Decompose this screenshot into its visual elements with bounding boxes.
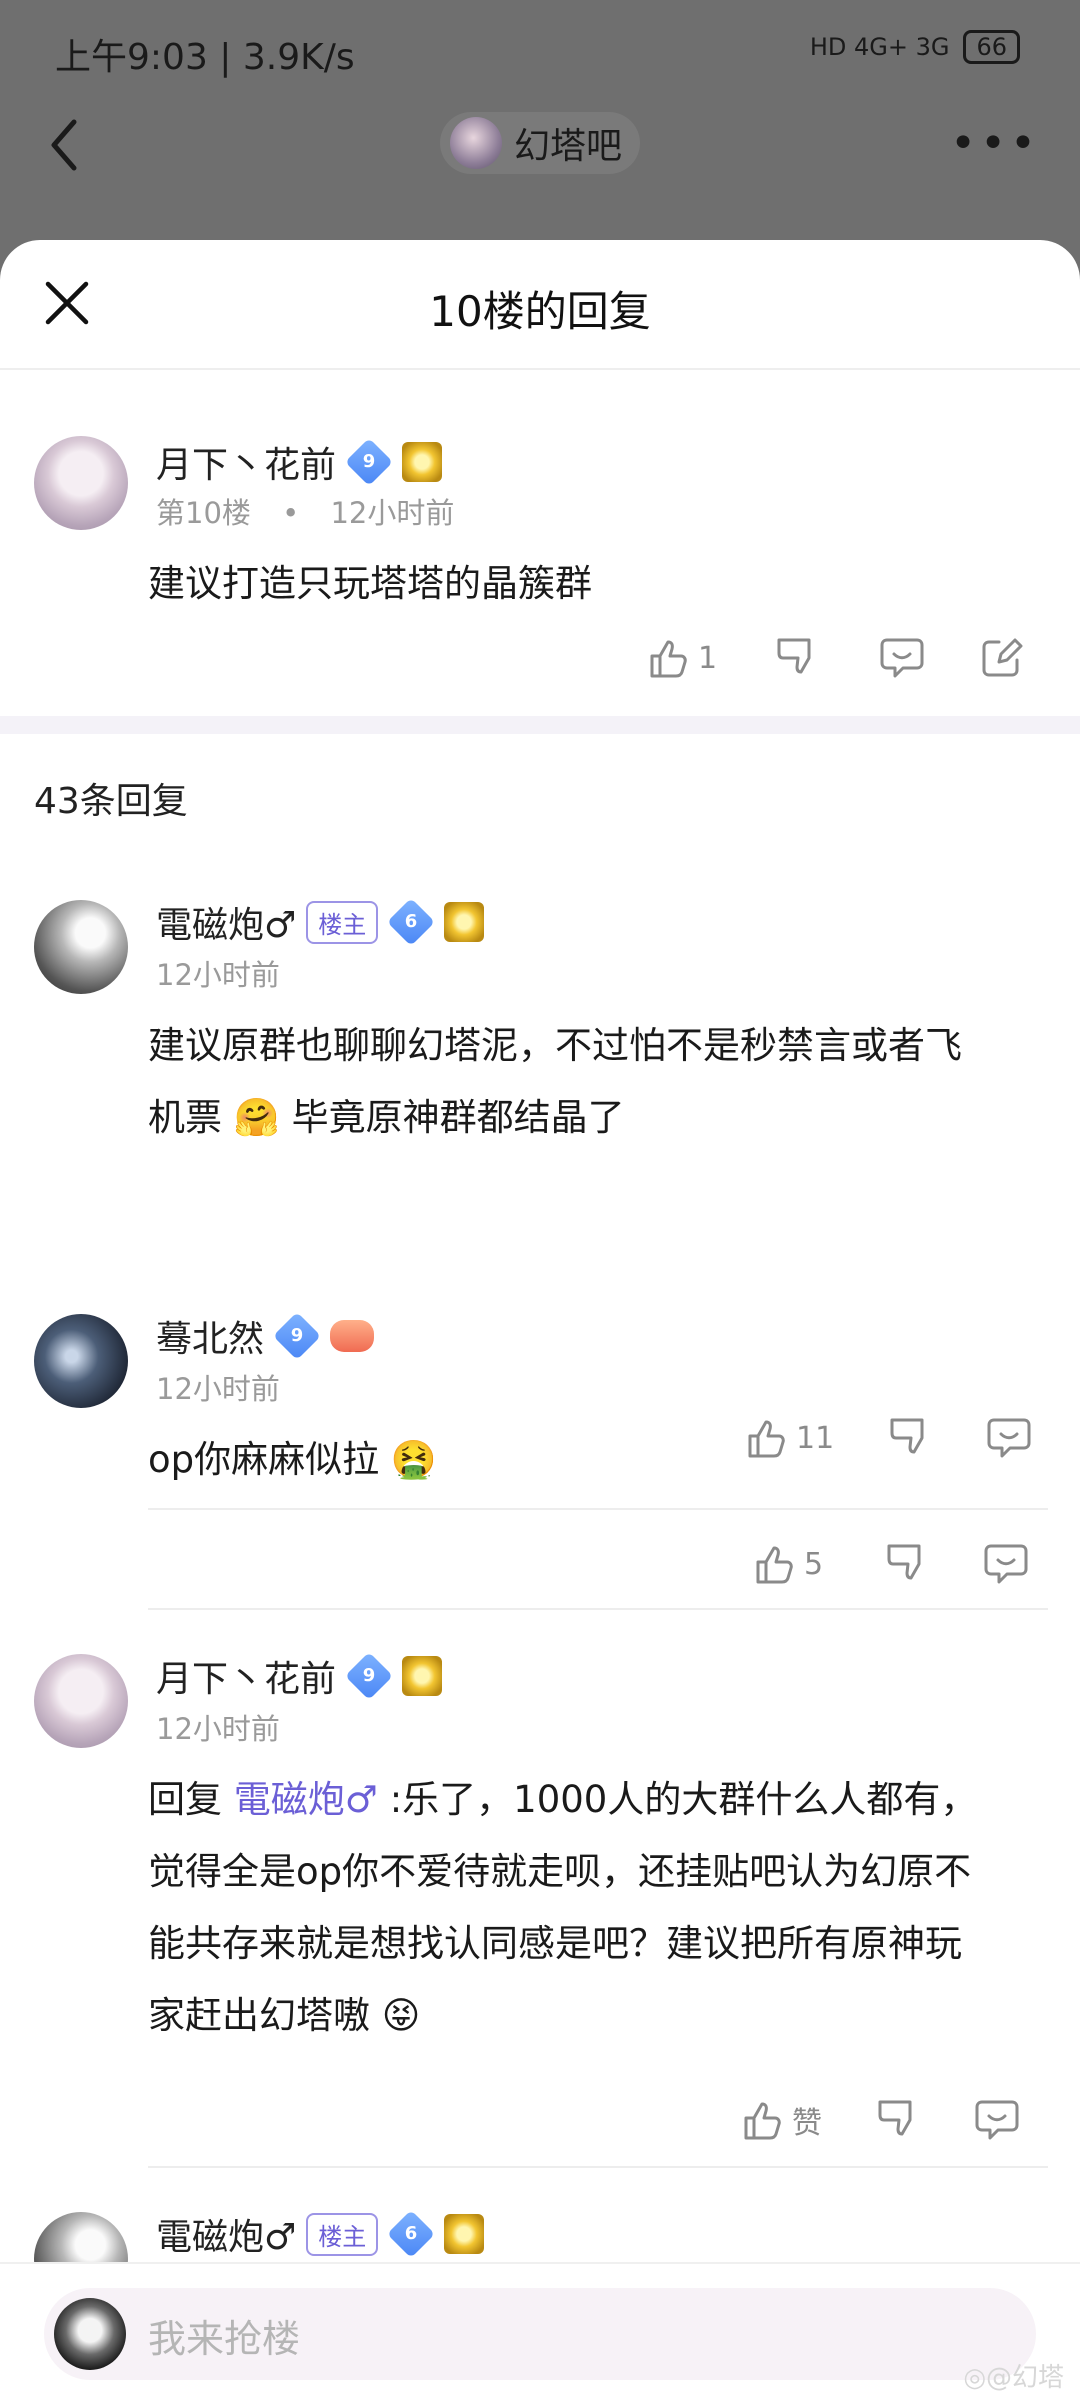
reply-author[interactable]: 電磁炮♂ 楼主 6 [156,2208,485,2260]
reply-time: 12小时前 [156,1712,280,1746]
like-label: 赞 [792,2106,822,2141]
avatar[interactable] [34,436,128,530]
reply-author[interactable]: 電磁炮♂ 楼主 6 [156,896,485,948]
battery-indicator: 66 [963,30,1020,64]
reply-content: op你麻麻似拉 🤮 [148,1438,437,1481]
reply-content: 回复 電磁炮♂ :乐了，1000人的大群什么人都有， 觉得全是op你不爱待就走呗… [148,1778,978,2037]
thumbs-up-icon [744,2102,781,2140]
post-time: 12小时前 [330,496,455,530]
dislike-button[interactable] [886,1416,930,1460]
comment-icon [880,638,924,678]
reply-time: 12小时前 [156,958,280,992]
post-meta: 第10楼 • 12小时前 [156,490,454,532]
thumbs-down-icon [878,2100,912,2136]
avatar[interactable] [34,1314,128,1408]
reply-divider [148,1608,1048,1610]
mention-link[interactable]: 電磁炮♂ [234,1778,378,1821]
dislike-button[interactable] [874,2098,918,2142]
reply-prefix: 回复 [148,1778,222,1821]
thumbs-up-icon [756,1546,793,1584]
chevron-left-icon [51,119,77,171]
edit-button[interactable] [979,636,1023,680]
post-actions: 1 [646,636,1023,680]
reply-actions: 5 [752,1542,1029,1586]
comment-icon [975,2100,1019,2140]
like-count: 1 [698,640,718,676]
sheet-title: 10楼的回复 [429,287,651,336]
comment-icon [984,1544,1028,1584]
dislike-button[interactable] [883,1542,927,1586]
network-indicator: HD 4G+ 3G [809,33,950,61]
like-button[interactable]: 11 [744,1416,834,1460]
thumbs-down-icon [887,1544,921,1580]
reply-content: 建议原群也聊聊幻塔泥，不过怕不是秒禁言或者飞 机票 🤗 毕竟原神群都结晶了 [148,1024,962,1139]
thumbs-up-icon [650,640,687,678]
reply-input-placeholder: 我来抢楼 [148,2317,301,2361]
like-button[interactable]: 赞 [740,2098,822,2142]
section-divider [0,716,1080,734]
host-badge: 楼主 [306,900,379,944]
reply-input-bar: 我来抢楼 ◎@幻塔 [0,2262,1080,2402]
comment-button[interactable] [879,636,925,680]
status-indicators: HD 4G+ 3G 66 [810,30,1020,64]
status-time: 上午9:03 | 3.9K/s [55,37,355,78]
username: 電磁炮♂ [156,2217,297,2258]
reply-author[interactable]: 月下丶花前 9 [156,1650,443,1702]
avatar[interactable] [34,900,128,994]
edit-icon [982,638,1023,677]
post-content: 建议打造只玩塔塔的晶簇群 [148,562,592,605]
reply-sheet: 10楼的回复 月下丶花前 9 第10楼 • 12小时前 建议打造只玩塔塔的晶簇群… [0,240,1080,2400]
username: 電磁炮♂ [156,905,297,946]
reply-actions: 11 [744,1416,1032,1460]
like-button[interactable]: 5 [752,1542,823,1586]
username: 月下丶花前 [156,1659,337,1700]
reply-actions: 赞 [740,2098,1020,2142]
gamepad-icon [330,1320,375,1352]
level-badge: 9 [344,437,394,487]
reply-input[interactable]: 我来抢楼 [44,2288,1036,2380]
watermark: ◎@幻塔 [963,2363,1064,2393]
level-badge: 9 [272,1311,322,1361]
level-badge: 9 [344,1651,394,1701]
back-button[interactable] [40,110,90,180]
forum-avatar [450,117,502,169]
replies-count: 43条回复 [34,781,188,822]
meta-separator: • [282,496,300,530]
host-badge: 楼主 [306,2212,379,2256]
thumbs-down-icon [890,1418,924,1454]
comment-button[interactable] [986,1416,1032,1460]
emoji: 😝 [381,1994,421,2037]
level-badge: 6 [387,897,436,947]
medal-icon [402,442,443,482]
floor-number: 第10楼 [156,496,251,530]
like-count: 11 [796,1420,835,1456]
reply-divider [148,2166,1048,2168]
medal-icon [444,902,485,942]
comment-button[interactable] [983,1542,1029,1586]
dislike-button[interactable] [773,636,817,680]
emoji: 🤗 [233,1096,280,1139]
medal-icon [402,1656,443,1696]
username: 月下丶花前 [156,445,337,486]
post-author[interactable]: 月下丶花前 9 [156,436,443,488]
level-badge: 6 [387,2209,436,2259]
self-avatar [54,2298,126,2370]
forum-header[interactable]: 幻塔吧 [440,112,641,174]
comment-button[interactable] [974,2098,1020,2142]
comment-icon [987,1418,1031,1458]
reply-divider [148,1508,1048,1510]
thumbs-up-icon [748,1420,785,1458]
emoji: 🤮 [390,1438,437,1481]
forum-name: 幻塔吧 [514,126,623,167]
header-divider [0,368,1080,370]
reply-author[interactable]: 蓦北然 9 [156,1310,375,1362]
more-options-button[interactable]: ••• [950,118,1040,169]
username: 蓦北然 [156,1319,265,1360]
like-button[interactable]: 1 [646,636,717,680]
avatar[interactable] [34,1654,128,1748]
reply-time: 12小时前 [156,1372,280,1406]
medal-icon [444,2214,485,2254]
like-count: 5 [804,1546,824,1582]
thumbs-down-icon [777,638,811,674]
